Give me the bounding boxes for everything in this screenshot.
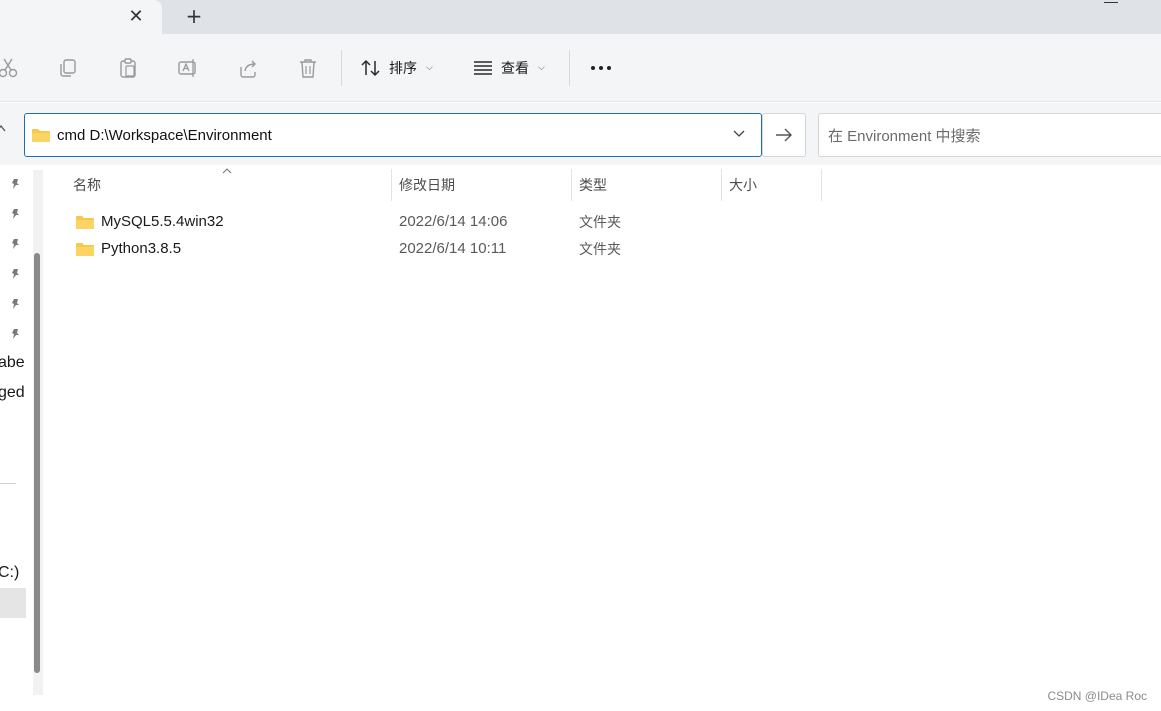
folder-icon [76,242,94,256]
arrow-right-icon [776,128,792,142]
column-header-label: 类型 [579,178,607,194]
command-bar: 排序 ⌵ 查看 ⌵ [0,34,1161,102]
column-header-label: 大小 [729,178,757,194]
sort-icon [361,59,380,77]
column-divider[interactable] [821,169,822,201]
folder-icon [32,129,50,142]
file-date: 2022/6/14 10:11 [399,240,507,257]
file-name: MySQL5.5.4win32 [101,213,224,230]
file-name: Python3.8.5 [101,240,182,257]
column-header-name[interactable]: 名称 [73,169,391,201]
active-tab[interactable]: ✕ [0,0,162,34]
view-button[interactable]: 查看 ⌵ [472,54,545,82]
file-date: 2022/6/14 14:06 [399,213,508,230]
address-bar[interactable]: cmd D:\Workspace\Environment [24,113,762,157]
folder-icon [76,215,94,229]
pin-icon[interactable] [8,177,22,191]
address-row: cmd D:\Workspace\Environment 在 Environme… [0,103,1161,165]
share-icon[interactable] [236,56,260,80]
column-header-label: 名称 [73,178,101,194]
toolbar-divider [569,50,570,86]
navigation-pane: abe ged C:) [0,165,48,711]
toolbar-divider [341,50,342,86]
cut-icon[interactable] [0,56,20,80]
nav-item-label[interactable]: abe [0,354,25,372]
column-header-size[interactable]: 大小 [729,169,821,201]
nav-item-label[interactable]: C:) [0,564,19,582]
column-divider[interactable] [721,169,722,201]
address-text[interactable]: cmd D:\Workspace\Environment [57,127,272,144]
nav-item-selected[interactable] [0,588,26,618]
file-name-cell[interactable]: Python3.8.5 [75,235,181,262]
close-icon[interactable]: ✕ [124,5,148,27]
paste-icon[interactable] [116,56,140,80]
view-icon [474,61,492,75]
sort-label: 排序 [389,61,417,77]
file-type: 文件夹 [579,214,621,231]
search-input[interactable]: 在 Environment 中搜索 [818,113,1161,157]
column-divider[interactable] [391,169,392,201]
nav-item-label[interactable]: ged [0,384,25,402]
more-icon[interactable] [586,56,616,80]
pin-icon[interactable] [8,297,22,311]
file-name-cell[interactable]: MySQL5.5.4win32 [75,208,224,235]
table-row[interactable]: MySQL5.5.4win32 2022/6/14 14:06 文件夹 [48,208,1161,235]
tab-strip: ✕ + [0,0,1161,34]
chevron-down-icon: ⌵ [538,63,545,73]
minimize-icon[interactable] [1104,0,1118,3]
sort-button[interactable]: 排序 ⌵ [360,54,433,82]
column-divider[interactable] [571,169,572,201]
delete-icon[interactable] [296,56,320,80]
pin-icon[interactable] [8,327,22,341]
plus-icon[interactable]: + [182,4,206,28]
file-list: 名称 修改日期 类型 大小 MySQL5.5.4win32 2022/6/14 … [48,165,1161,711]
go-button[interactable] [762,113,806,157]
nav-scrollbar-thumb[interactable] [34,253,40,673]
chevron-up-icon[interactable] [0,121,10,145]
watermark: CSDN @IDea Roc [1047,689,1147,703]
copy-icon[interactable] [56,56,80,80]
nav-divider [0,483,16,484]
pin-icon[interactable] [8,267,22,281]
column-header-date[interactable]: 修改日期 [399,169,571,201]
chevron-down-icon: ⌵ [426,63,433,73]
column-header-type[interactable]: 类型 [579,169,721,201]
chevron-down-icon[interactable] [731,126,747,142]
search-placeholder: 在 Environment 中搜索 [828,127,981,145]
pin-icon[interactable] [8,207,22,221]
pin-icon[interactable] [8,237,22,251]
file-type: 文件夹 [579,241,621,258]
table-row[interactable]: Python3.8.5 2022/6/14 10:11 文件夹 [48,235,1161,262]
view-label: 查看 [501,61,529,77]
rename-icon[interactable] [176,56,200,80]
column-header-label: 修改日期 [399,178,455,194]
